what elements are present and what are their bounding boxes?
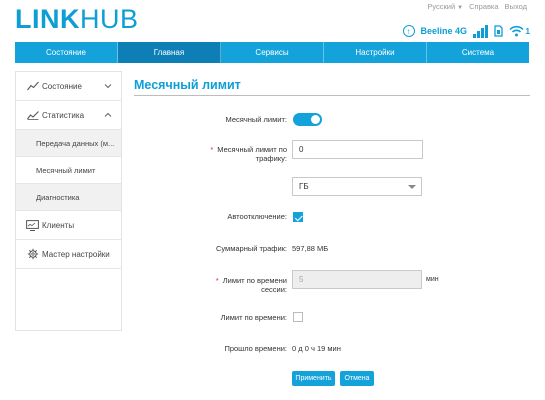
required-marker: * [210, 145, 214, 154]
wifi-client-count: 1 [525, 26, 530, 36]
operator-name: Beeline 4G [420, 26, 468, 36]
connection-status-icon: ↑ [402, 25, 415, 37]
page-title: Месячный лимит [134, 78, 241, 92]
sidebar: Состояние Статистика Передача данных (м.… [15, 71, 122, 331]
line-chart-icon [26, 80, 39, 93]
sidebar-item-label: Статистика [42, 110, 85, 120]
monthly-limit-label: Месячный лимит: [225, 115, 287, 124]
session-limit-label: * Лимит по времени сессии: [215, 276, 287, 294]
chevron-down-icon [104, 84, 112, 89]
traffic-limit-label: * Месячный лимит по трафику: [210, 145, 287, 163]
logo-text-bold: LINK [15, 4, 80, 34]
signal-strength-icon [473, 24, 488, 38]
top-links: Русский ▼ Справка Выход [427, 2, 527, 11]
session-limit-input[interactable]: 5 [292, 270, 422, 289]
help-link[interactable]: Справка [469, 2, 498, 11]
elapsed-time-label: Прошло времени: [224, 344, 287, 353]
sidebar-item-label: Клиенты [42, 220, 75, 230]
required-marker: * [215, 276, 219, 285]
elapsed-time-value: 0 д 0 ч 19 мин [292, 344, 341, 353]
sidebar-item-label: Состояние [42, 81, 82, 91]
chevron-up-icon [104, 112, 112, 117]
auto-off-checkbox[interactable] [293, 212, 303, 222]
cancel-button[interactable]: Отмена [340, 371, 374, 386]
dropdown-arrow-icon [408, 185, 416, 189]
nav-system[interactable]: Система [427, 42, 529, 63]
sidebar-item-diagnostics[interactable]: Диагностика [16, 184, 121, 211]
time-limit-checkbox[interactable] [293, 312, 303, 322]
nav-home[interactable]: Главная [118, 42, 221, 63]
sidebar-item-monthly-limit[interactable]: Месячный лимит [16, 157, 121, 184]
sidebar-item-clients[interactable]: Клиенты [16, 211, 121, 240]
logout-link[interactable]: Выход [505, 2, 527, 11]
sim-card-icon [493, 25, 503, 37]
nav-settings[interactable]: Настройки [324, 42, 427, 63]
statistics-icon [26, 109, 39, 122]
linkhub-logo: LINKHUB [15, 4, 139, 35]
traffic-unit-value: ГБ [299, 182, 309, 191]
sidebar-item-label: Мастер настройки [42, 249, 110, 259]
session-unit-label: мин [426, 276, 439, 283]
total-traffic-value: 597,88 МБ [292, 244, 329, 253]
wifi-icon [508, 25, 524, 37]
sidebar-item-data-transfer[interactable]: Передача данных (м... [16, 130, 121, 157]
monthly-limit-toggle[interactable] [293, 113, 322, 126]
total-traffic-label: Суммарный трафик: [215, 244, 287, 253]
title-divider [134, 95, 530, 96]
main-nav: Состояние Главная Сервисы Настройки Сист… [15, 42, 529, 63]
monitor-icon [26, 219, 39, 232]
sidebar-item-statistics[interactable]: Статистика [16, 101, 121, 130]
sidebar-item-setup-wizard[interactable]: Мастер настройки [16, 240, 121, 269]
traffic-limit-input[interactable]: 0 [292, 140, 423, 159]
apply-button[interactable]: Применить [292, 371, 335, 386]
language-selector[interactable]: Русский ▼ [427, 2, 463, 11]
gear-icon [26, 248, 39, 261]
auto-off-label: Автоотключение: [227, 212, 287, 221]
caret-down-icon: ▼ [457, 5, 464, 11]
sidebar-item-status[interactable]: Состояние [16, 72, 121, 101]
nav-status[interactable]: Состояние [15, 42, 118, 63]
time-limit-label: Лимит по времени: [220, 313, 287, 322]
nav-services[interactable]: Сервисы [221, 42, 324, 63]
status-bar: ↑ Beeline 4G 1 [402, 22, 530, 40]
logo-text-light: HUB [80, 4, 139, 34]
traffic-unit-select[interactable]: ГБ [292, 177, 422, 196]
